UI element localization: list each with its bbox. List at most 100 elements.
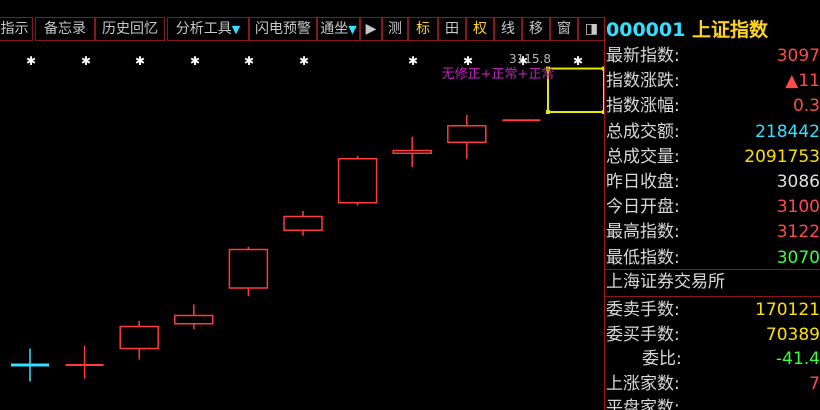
quote-value: 3100 — [776, 197, 820, 218]
rights-mode-label: 无修正+正常+正常 — [442, 67, 555, 82]
quote-value: 3097 — [776, 46, 820, 66]
window-button[interactable]: 窗 — [550, 17, 578, 41]
kline-chart[interactable]: ✱ ✱ ✱ ✱ ✱ ✱ ✱ ✱ ✱ ✱ 3115.8 无修正+正常+正常 — [0, 42, 604, 410]
quote-label: 最新指数: — [606, 46, 680, 66]
quote-row: 今日开盘: 3100 — [605, 195, 820, 220]
flash-alert-button-label: 闪电预警 — [255, 21, 311, 37]
quote-row: 委卖手数: 170121 — [605, 298, 820, 323]
flash-alert-button[interactable]: 闪电预警 — [249, 17, 317, 41]
quote-label: 委比: — [642, 349, 682, 370]
history-recall-button[interactable]: 历史回忆 — [95, 17, 165, 41]
quote-row: 上涨家数: 7 — [605, 372, 820, 397]
move-button-label: 移 — [529, 21, 543, 37]
kline-svg[interactable]: ✱ ✱ ✱ ✱ ✱ ✱ ✱ ✱ ✱ ✱3115.8无修正+正常+正常 — [0, 42, 604, 410]
mark-button-label: 标 — [416, 21, 430, 37]
analysis-tools-button-label: 分析工具 — [175, 21, 232, 37]
quote-value: 70389 — [765, 324, 820, 345]
quote-row: 平盘家数: — [605, 396, 820, 410]
marker-icon: ✱ — [135, 54, 145, 68]
quote-row: 总成交额: 218442 — [605, 120, 820, 145]
candle-body — [174, 314, 214, 325]
quote-row: 最新指数: 3097 — [605, 44, 820, 69]
quote-row: 委比: -41.4 — [605, 347, 820, 372]
marker-icon: ✱ — [81, 54, 91, 68]
tongzuo-button[interactable]: 通坐▼ — [317, 17, 360, 41]
grid-button[interactable]: 田 — [438, 17, 466, 41]
candle-body — [119, 325, 159, 350]
quote-value: 170121 — [755, 300, 820, 320]
quote-row: 最高指数: 3122 — [605, 220, 820, 245]
rights-button[interactable]: 权 — [466, 17, 494, 41]
window-button-label: 窗 — [557, 21, 571, 37]
candle-body — [337, 158, 378, 204]
quote-value: ▲11 — [785, 71, 820, 92]
play-button[interactable]: ▶ — [360, 17, 382, 41]
measure-button[interactable]: 测 — [382, 17, 408, 41]
quote-row: 指数涨幅: 0.3 — [605, 94, 820, 119]
indicator-button-label: 指示 — [0, 21, 29, 37]
memo-button-label: 备忘录 — [44, 21, 86, 37]
panel-divider-line — [605, 296, 820, 297]
measure-button-label: 测 — [388, 21, 402, 37]
mark-button[interactable]: 标 — [408, 17, 438, 41]
rights-button-label: 权 — [473, 21, 487, 37]
security-title: 000001 上证指数 — [605, 17, 820, 43]
line-button-label: 线 — [501, 21, 515, 37]
grid-button-label: 田 — [445, 21, 459, 37]
quote-label: 平盘家数: — [606, 398, 680, 410]
quote-panel: 000001 上证指数 最新指数: 3097 指数涨跌: ▲11 指数涨幅: 0.3 总成交… — [605, 17, 820, 410]
split-button[interactable]: ◨ — [578, 17, 605, 41]
candle-body — [283, 215, 323, 231]
price-label: 3115.8 — [509, 52, 551, 66]
marker-icon: ✱ — [244, 54, 254, 68]
marker-icon: ✱ — [26, 54, 36, 68]
marker-icon: ✱ — [190, 54, 200, 68]
memo-button[interactable]: 备忘录 — [35, 17, 95, 41]
line-button[interactable]: 线 — [494, 17, 522, 41]
quote-label: 今日开盘: — [606, 197, 680, 218]
quote-row: 指数涨跌: ▲11 — [605, 69, 820, 94]
quote-value: 3086 — [776, 172, 820, 192]
chevron-down-icon: ▼ — [231, 23, 241, 36]
quote-label: 委买手数: — [606, 324, 680, 345]
tongzuo-button-label: 通坐 — [320, 21, 349, 37]
exchange-name: 上海证券交易所 — [606, 272, 725, 292]
selected-candle-box — [547, 67, 604, 113]
quote-value: 3070 — [776, 247, 820, 268]
quote-value: 7 — [809, 373, 820, 394]
quote-value: 2091753 — [744, 146, 820, 167]
marker-icon: ✱ — [463, 54, 473, 68]
candle-body — [228, 248, 269, 289]
move-button[interactable]: 移 — [522, 17, 550, 41]
quote-label: 最高指数: — [606, 222, 680, 243]
quote-label: 总成交额: — [606, 121, 680, 142]
marker-icon: ✱ — [408, 54, 418, 68]
quote-row: 昨日收盘: 3086 — [605, 170, 820, 195]
marker-icon: ✱ — [573, 54, 583, 68]
split-button-label: ◨ — [584, 21, 599, 37]
security-name: 上证指数 — [691, 19, 768, 41]
quote-row: 委买手数: 70389 — [605, 323, 820, 348]
candle-body — [392, 149, 432, 154]
quote-label: 上涨家数: — [606, 373, 680, 394]
quote-label: 总成交量: — [606, 146, 680, 167]
history-recall-button-label: 历史回忆 — [102, 21, 158, 37]
quote-label: 最低指数: — [606, 247, 680, 268]
chevron-down-icon: ▼ — [348, 23, 357, 36]
security-code: 000001 — [606, 19, 686, 41]
quote-value: -41.4 — [776, 349, 820, 370]
toolbar: 指示 备忘录 历史回忆 分析工具▼ 闪电预警 通坐▼ ▶ 测标田权线移窗 ◨ — [0, 0, 605, 42]
quote-label: 指数涨幅: — [606, 96, 680, 117]
quote-label: 昨日收盘: — [606, 172, 680, 192]
indicator-button[interactable]: 指示 — [0, 17, 33, 41]
marker-icon: ✱ — [299, 54, 309, 68]
quote-label: 委卖手数: — [606, 300, 680, 320]
analysis-tools-button[interactable]: 分析工具▼ — [167, 17, 249, 41]
candle-body — [447, 125, 487, 143]
quote-value: 3122 — [776, 222, 820, 243]
quote-row: 总成交量: 2091753 — [605, 145, 820, 170]
quote-value: 0.3 — [792, 96, 820, 117]
selection-handle — [546, 110, 550, 114]
quote-row: 最低指数: 3070 — [605, 246, 820, 271]
quote-label: 指数涨跌: — [606, 71, 680, 92]
